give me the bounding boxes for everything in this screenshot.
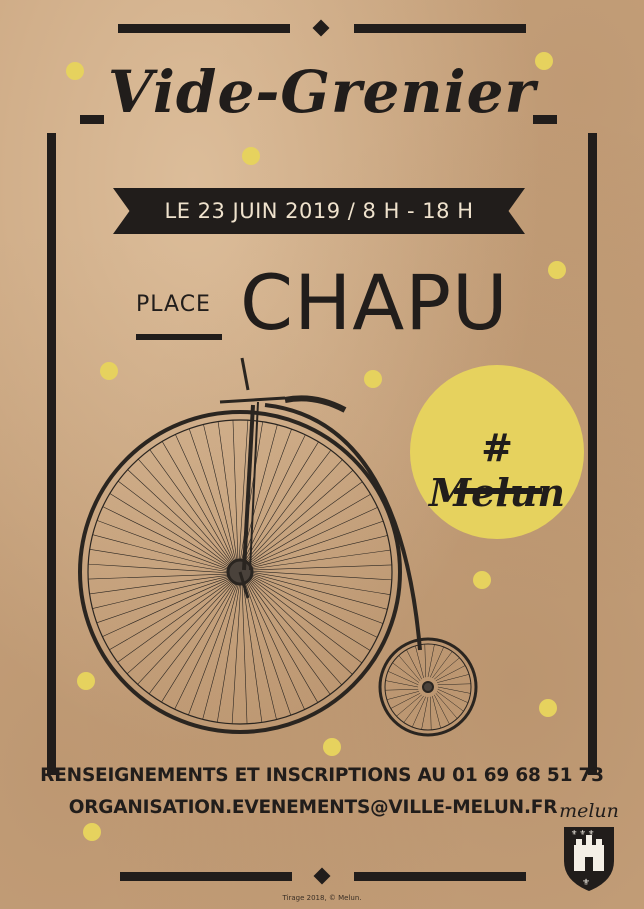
bottom-diamond bbox=[313, 867, 331, 885]
bottom-bar-right bbox=[354, 872, 526, 881]
place-underline bbox=[136, 334, 222, 340]
place-prefix: PLACE bbox=[136, 292, 211, 317]
coat-of-arms-icon: ⚜ ⚜ ⚜ ⚜ bbox=[564, 827, 614, 891]
yellow-dot bbox=[323, 738, 341, 756]
place-name: CHAPU bbox=[240, 258, 509, 347]
svg-text:⚜ ⚜ ⚜: ⚜ ⚜ ⚜ bbox=[571, 829, 594, 837]
svg-text:⚜: ⚜ bbox=[582, 878, 590, 888]
credit-text: Tirage 2018, © Melun. bbox=[282, 894, 362, 902]
hashtag-underline bbox=[454, 488, 542, 494]
yellow-dot bbox=[548, 261, 566, 279]
date-line: LE 23 JUIN 2019 / 8 H - 18 H bbox=[164, 199, 474, 223]
left-frame-line bbox=[47, 133, 56, 775]
yellow-dot bbox=[242, 147, 260, 165]
hashtag-text: # Melun bbox=[429, 425, 565, 515]
top-bar-left bbox=[118, 24, 290, 33]
right-frame-line bbox=[588, 133, 597, 775]
page-title: Vide-Grenier bbox=[107, 58, 537, 126]
bottom-bar-left bbox=[120, 872, 292, 881]
info-line: RENSEIGNEMENTS ET INSCRIPTIONS AU 01 69 … bbox=[40, 765, 604, 786]
yellow-dot bbox=[539, 699, 557, 717]
yellow-dot bbox=[83, 823, 101, 841]
top-diamond bbox=[312, 19, 330, 37]
logo-text: melun bbox=[559, 800, 619, 822]
top-bar-right bbox=[354, 24, 526, 33]
email-line[interactable]: ORGANISATION.EVENEMENTS@VILLE-MELUN.FR bbox=[0, 797, 626, 818]
